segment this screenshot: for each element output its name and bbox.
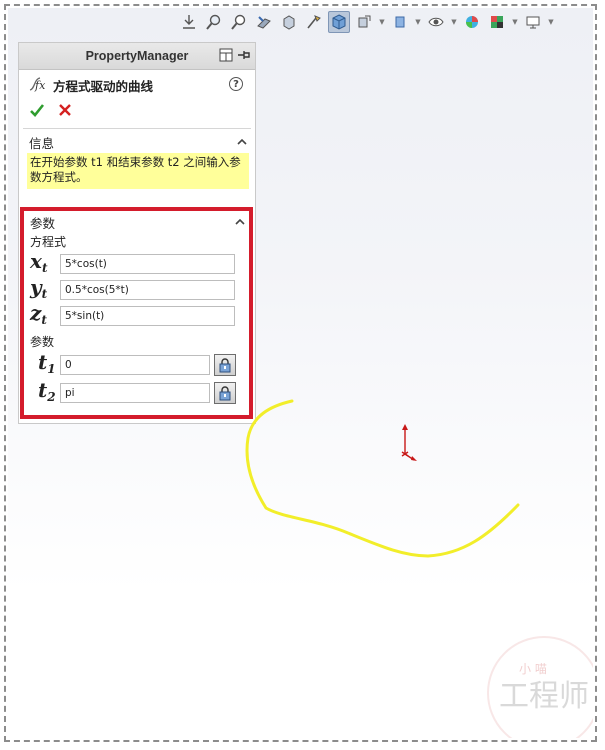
equation-row-x: xt [24, 251, 249, 277]
graphics-area[interactable]: ▼ ▼ ▼ ▼ ▼ PropertyManager fx 方程式驱动的曲线 ? … [8, 8, 593, 738]
t1-start-input[interactable] [60, 355, 210, 375]
heads-up-toolbar: ▼ ▼ ▼ ▼ ▼ [178, 10, 555, 34]
property-manager-header: PropertyManager [19, 43, 255, 70]
cancel-button[interactable] [57, 102, 73, 121]
lock-icon [219, 358, 231, 373]
previous-view-icon[interactable] [228, 11, 250, 33]
info-group-header[interactable]: 信息 [19, 131, 255, 153]
equation-driven-curve[interactable] [245, 399, 520, 558]
view-orientation-icon[interactable] [278, 11, 300, 33]
property-manager-panel: PropertyManager fx 方程式驱动的曲线 ? 信息 在开始参数 t… [18, 42, 256, 424]
scene-icon[interactable] [486, 11, 508, 33]
svg-text:fx: fx [34, 79, 46, 92]
y-equation-input[interactable] [60, 280, 235, 300]
zoom-to-fit-icon[interactable] [178, 11, 200, 33]
parameter-section-label: 参数 [30, 335, 55, 349]
ok-button[interactable] [29, 102, 45, 121]
equation-row-y: yt [24, 277, 249, 303]
zoom-area-icon[interactable] [203, 11, 225, 33]
pin-icon[interactable] [237, 48, 251, 65]
equation-row-z: zt [24, 303, 249, 329]
appearance-dropdown-icon[interactable]: ▼ [414, 11, 422, 33]
t1-lock-button[interactable] [214, 354, 236, 376]
view-settings-dropdown-icon[interactable]: ▼ [547, 11, 555, 33]
section-view-icon[interactable] [253, 11, 275, 33]
dynamic-annotation-icon[interactable] [303, 11, 325, 33]
watermark-seal: 小 喵 工程师 [487, 636, 593, 738]
equation-curve-icon: fx [27, 75, 47, 96]
parameter-row-t2: t2 [24, 379, 249, 407]
t2-lock-button[interactable] [214, 382, 236, 404]
params-group-header[interactable]: 参数 [24, 211, 249, 233]
help-icon[interactable]: ? [229, 77, 243, 91]
y-variable-label: yt [30, 274, 48, 301]
parameter-row-t1: t1 [24, 351, 249, 379]
eye-dropdown-icon[interactable]: ▼ [450, 11, 458, 33]
edit-appearance-icon[interactable] [389, 11, 411, 33]
origin-triad-icon [401, 424, 417, 461]
info-group-title: 信息 [29, 135, 55, 151]
scene-dropdown-icon[interactable]: ▼ [511, 11, 519, 33]
z-equation-input[interactable] [60, 306, 235, 326]
info-message: 在开始参数 t1 和结束参数 t2 之间输入参数方程式。 [27, 153, 249, 189]
chevron-up-icon[interactable] [235, 217, 245, 227]
confirm-row [19, 100, 255, 122]
chevron-up-icon[interactable] [237, 137, 247, 147]
z-variable-label: zt [30, 300, 47, 327]
lock-icon [219, 386, 231, 401]
hide-show-dropdown-icon[interactable]: ▼ [378, 11, 386, 33]
display-style-icon[interactable] [328, 11, 350, 33]
t2-end-input[interactable] [60, 383, 210, 403]
hide-show-items-icon[interactable] [353, 11, 375, 33]
view-settings-monitor-icon[interactable] [522, 11, 544, 33]
panel-layout-icon[interactable] [219, 48, 233, 65]
feature-title: 方程式驱动的曲线 [53, 78, 154, 94]
parameters-group: 参数 方程式 xt yt zt 参数 t1 [20, 207, 253, 419]
view-eye-icon[interactable] [425, 11, 447, 33]
t2-variable-label: t2 [38, 377, 56, 404]
params-group-title: 参数 [30, 215, 56, 231]
equation-section-label: 方程式 [30, 235, 67, 249]
property-manager-title: PropertyManager [85, 49, 189, 63]
feature-title-row: fx 方程式驱动的曲线 ? [19, 70, 255, 100]
apply-scene-icon[interactable] [461, 11, 483, 33]
x-variable-label: xt [30, 248, 48, 275]
t1-variable-label: t1 [38, 349, 56, 376]
divider [23, 128, 251, 129]
x-equation-input[interactable] [60, 254, 235, 274]
